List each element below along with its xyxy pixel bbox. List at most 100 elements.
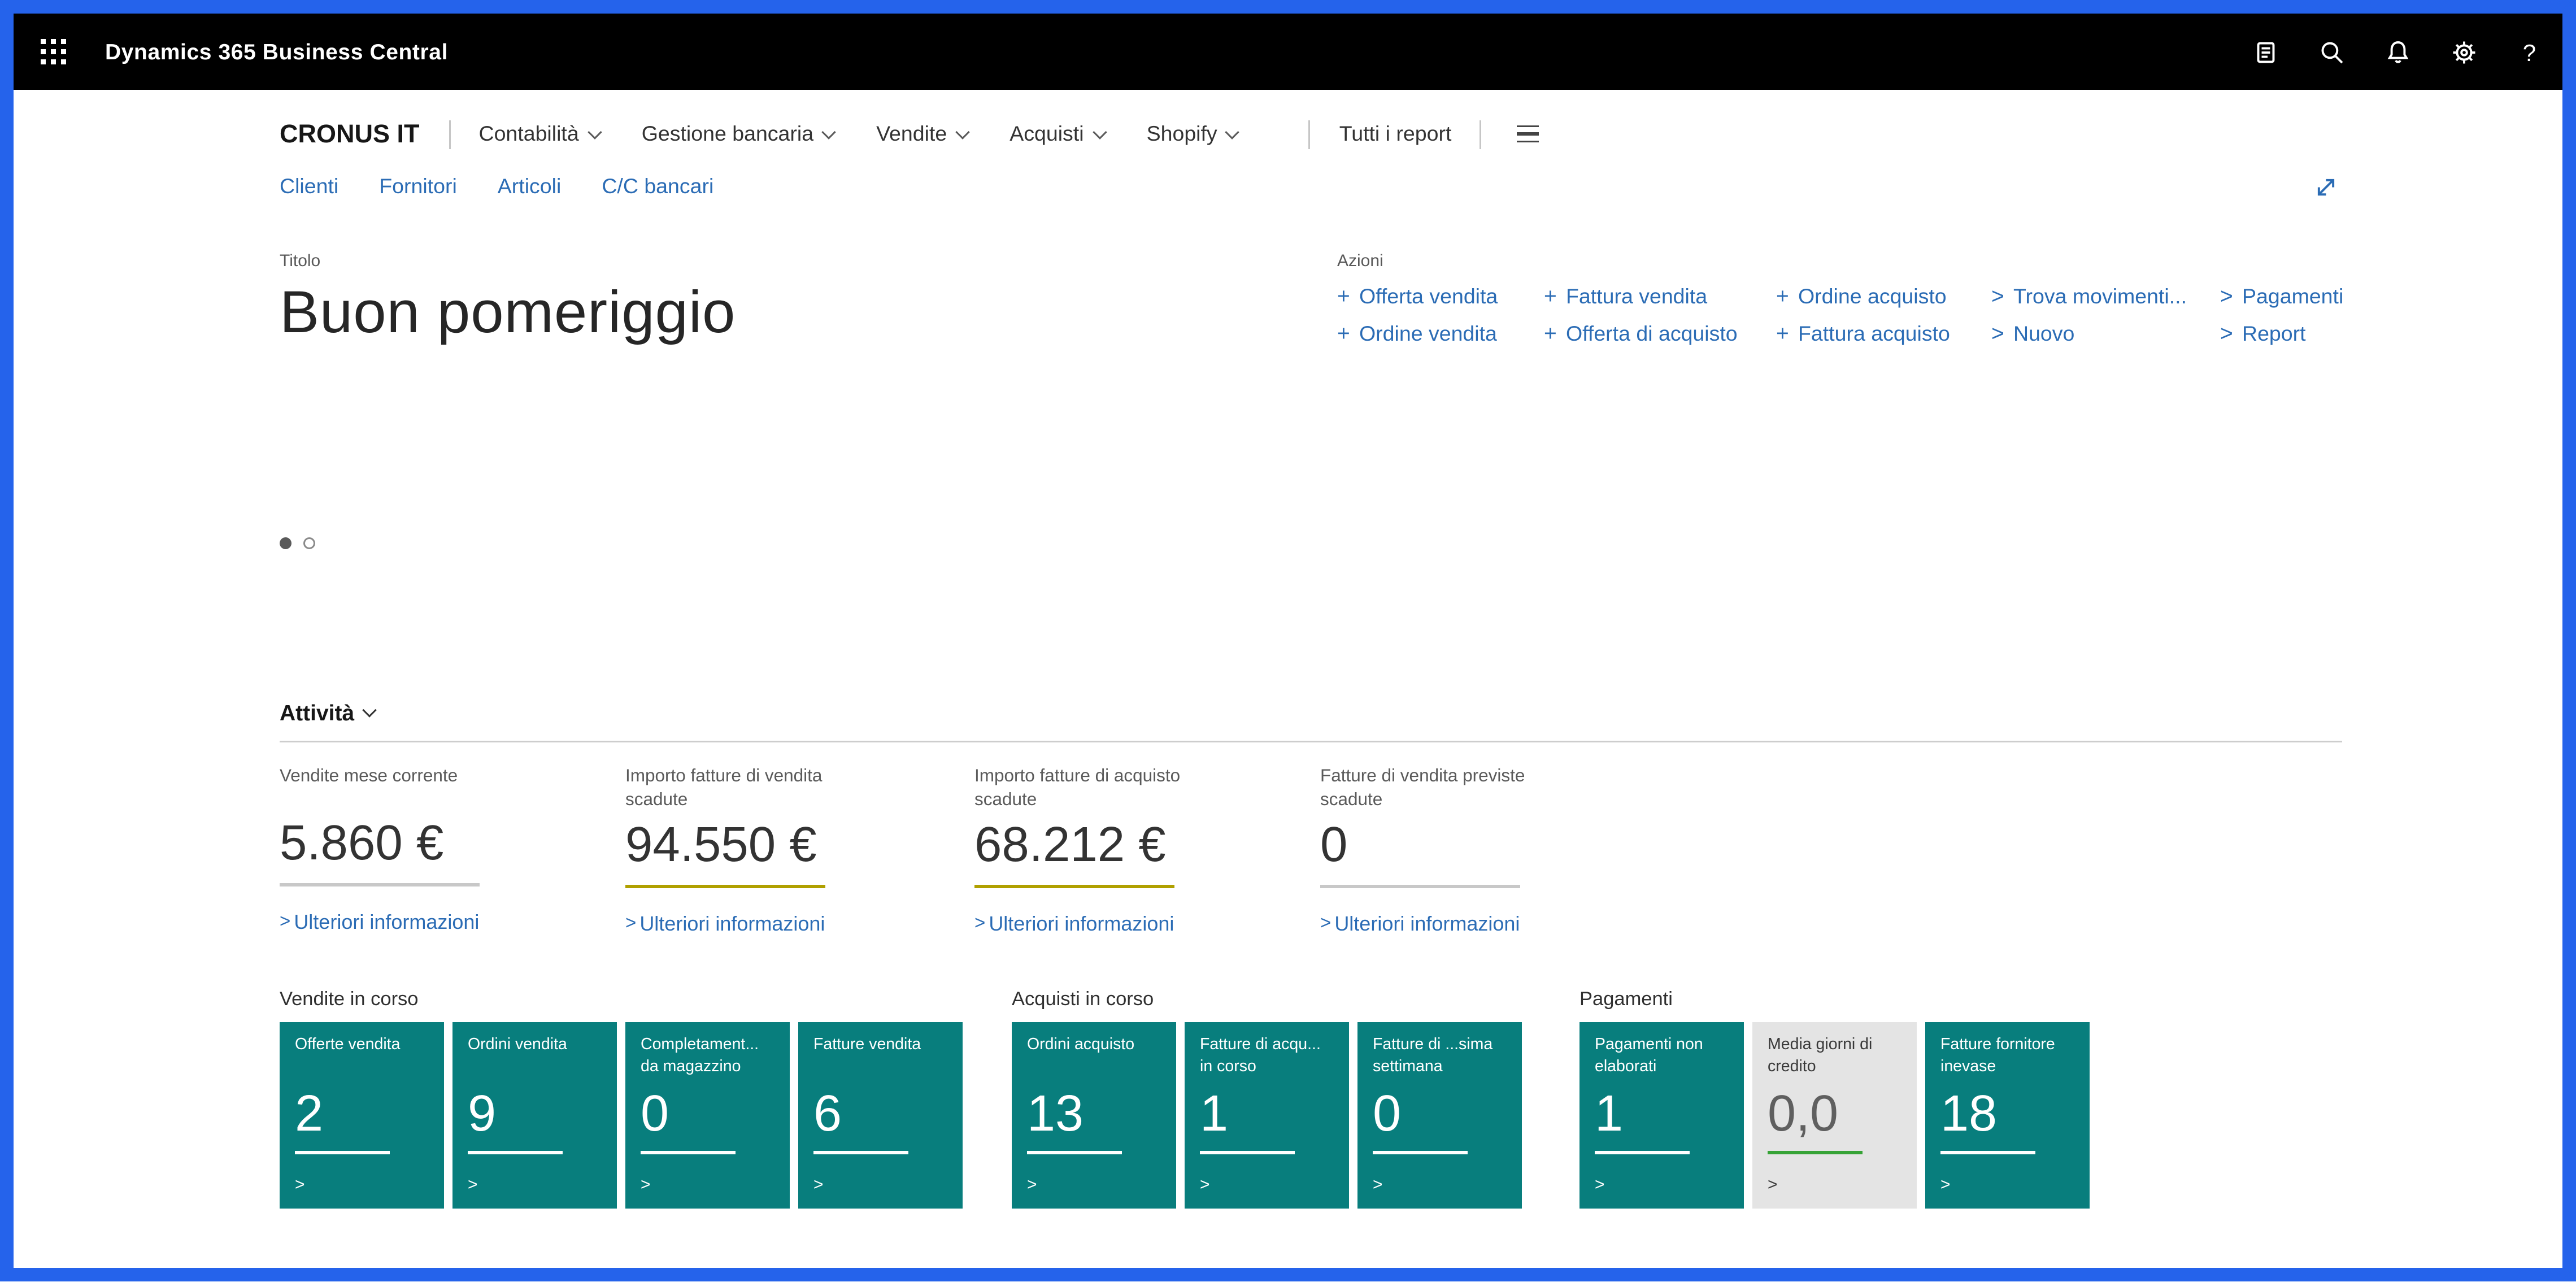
search-button[interactable] — [2298, 14, 2364, 90]
plus-icon: + — [1544, 320, 1566, 346]
nav-cc-bancari[interactable]: C/C bancari — [602, 175, 713, 198]
tile-value: 13 — [1027, 1087, 1161, 1145]
tile-row: Offerte vendita 2 Ordini vendita 9 Compl… — [280, 1023, 963, 1209]
cue-tile-fatture-acquisto-in-corso[interactable]: Fatture di acqu... in corso 1 — [1185, 1023, 1349, 1209]
kpi-link-ulteriori-informazioni[interactable]: Ulteriori informazioni — [280, 910, 625, 934]
actions-grid: + Offerta vendita + Fattura vendita + Or… — [1337, 283, 2343, 346]
pages-button[interactable] — [2232, 14, 2298, 90]
kpi-fatture-acquisto-scadute: Importo fatture di acquisto scadute 68.2… — [974, 766, 1320, 936]
nav-clienti[interactable]: Clienti — [280, 175, 338, 198]
help-button[interactable]: ? — [2496, 14, 2562, 90]
chevron-right-icon: > — [2220, 283, 2242, 308]
action-report[interactable]: > Report — [2220, 320, 2343, 346]
kpi-link-ulteriori-informazioni[interactable]: Ulteriori informazioni — [625, 912, 974, 936]
bell-icon — [2384, 38, 2411, 66]
kpi-value[interactable]: 0 — [1320, 819, 2342, 875]
more-menu-icon[interactable] — [1511, 118, 1546, 150]
company-name[interactable]: CRONUS IT — [280, 120, 420, 149]
tile-value: 9 — [468, 1087, 602, 1145]
gear-icon — [2450, 38, 2477, 66]
cue-tile-media-giorni-di-credito[interactable]: Media giorni di credito 0,0 — [1752, 1023, 1917, 1209]
activities-header[interactable]: Attività — [280, 700, 2342, 742]
action-ordine-acquisto[interactable]: + Ordine acquisto — [1776, 283, 1991, 308]
app-title: Dynamics 365 Business Central — [105, 39, 448, 64]
plus-icon: + — [1776, 320, 1798, 346]
action-ordine-vendita[interactable]: + Ordine vendita — [1337, 320, 1544, 346]
action-pagamenti[interactable]: > Pagamenti — [2220, 283, 2343, 308]
azioni-label: Azioni — [1337, 253, 2343, 271]
app-launcher-button[interactable] — [14, 14, 92, 90]
cue-tile-ordini-acquisto[interactable]: Ordini acquisto 13 — [1012, 1023, 1176, 1209]
kpi-value[interactable]: 68.212 € — [974, 819, 1320, 875]
action-fattura-vendita[interactable]: + Fattura vendita — [1544, 283, 1776, 308]
tile-underline — [1940, 1151, 2035, 1155]
kpi-label: Importo fatture di vendita scadute — [625, 766, 880, 812]
tile-underline — [468, 1151, 563, 1155]
hero-section: Titolo Buon pomeriggio Azioni + Offerta … — [280, 253, 2342, 549]
nav-articoli[interactable]: Articoli — [498, 175, 562, 198]
cue-tile-ordini-vendita[interactable]: Ordini vendita 9 — [452, 1023, 617, 1209]
kpi-label: Fatture di vendita previste scadute — [1320, 766, 1574, 812]
chevron-down-icon — [587, 124, 601, 138]
settings-button[interactable] — [2430, 14, 2496, 90]
action-nuovo[interactable]: > Nuovo — [1991, 320, 2220, 346]
actions-block: Azioni + Offerta vendita + Fattura vendi… — [1337, 253, 2343, 549]
carousel-dot-active[interactable] — [280, 537, 291, 549]
top-app-bar: Dynamics 365 Business Central — [14, 14, 2562, 90]
titolo-label: Titolo — [280, 253, 1337, 271]
plus-icon: + — [1337, 283, 1359, 308]
screenshot-viewport: Dynamics 365 Business Central — [0, 0, 2576, 1282]
action-offerta-di-acquisto[interactable]: + Offerta di acquisto — [1544, 320, 1776, 346]
kpi-underline — [1320, 885, 1520, 889]
nav-fornitori[interactable]: Fornitori — [379, 175, 457, 198]
chevron-right-icon: > — [2220, 320, 2242, 346]
chevron-right-icon — [1768, 1177, 1901, 1196]
menu-label: Contabilità — [479, 122, 579, 146]
stage: Dynamics 365 Business Central — [0, 0, 2576, 1282]
kpi-fatture-previste-scadute: Fatture di vendita previste scadute 0 Ul… — [1320, 766, 2342, 936]
menu-contabilita[interactable]: Contabilità — [479, 122, 599, 146]
carousel-dots — [280, 537, 1337, 549]
activities-section: Attività Vendite mese corrente 5.860 € U… — [280, 700, 2342, 936]
kpi-value[interactable]: 94.550 € — [625, 819, 974, 875]
cue-tile-fatture-fornitore-inevase[interactable]: Fatture fornitore inevase 18 — [1925, 1023, 2090, 1209]
kpi-link-ulteriori-informazioni[interactable]: Ulteriori informazioni — [1320, 912, 2342, 936]
tile-label: Fatture vendita — [813, 1036, 947, 1079]
chevron-right-icon — [1595, 1177, 1729, 1196]
nav-separator — [449, 120, 450, 149]
cue-group-pagamenti: Pagamenti Pagamenti non elaborati 1 Medi… — [1579, 990, 2090, 1209]
kpi-value[interactable]: 5.860 € — [280, 817, 625, 873]
carousel-dot[interactable] — [303, 537, 315, 549]
cue-group-vendite-in-corso: Vendite in corso Offerte vendita 2 Ordin… — [280, 990, 963, 1209]
action-label: Ordine vendita — [1359, 321, 1497, 345]
cue-tile-completamenti-da-magazzino[interactable]: Completament... da magazzino 0 — [625, 1023, 790, 1209]
tile-label: Fatture fornitore inevase — [1940, 1036, 2074, 1079]
menu-gestione-bancaria[interactable]: Gestione bancaria — [642, 122, 834, 146]
action-label: Trova movimenti... — [2013, 284, 2187, 308]
chevron-down-icon — [1092, 124, 1106, 138]
tile-label: Pagamenti non elaborati — [1595, 1036, 1729, 1079]
kpi-link-ulteriori-informazioni[interactable]: Ulteriori informazioni — [974, 912, 1320, 936]
cue-tile-pagamenti-non-elaborati[interactable]: Pagamenti non elaborati 1 — [1579, 1023, 1744, 1209]
menu-vendite[interactable]: Vendite — [876, 122, 967, 146]
action-label: Pagamenti — [2242, 284, 2343, 308]
chevron-down-icon — [821, 124, 836, 138]
activities-title: Attività — [280, 700, 354, 725]
search-icon — [2318, 38, 2345, 66]
kpi-underline — [625, 885, 825, 889]
expand-button[interactable] — [2308, 170, 2342, 203]
tile-underline — [1027, 1151, 1122, 1155]
action-trova-movimenti[interactable]: > Trova movimenti... — [1991, 283, 2220, 308]
notifications-button[interactable] — [2364, 14, 2430, 90]
cue-tile-fatture-vendita[interactable]: Fatture vendita 6 — [798, 1023, 963, 1209]
cue-tile-fatture-prossima-settimana[interactable]: Fatture di ...sima settimana 0 — [1357, 1023, 1522, 1209]
action-offerta-vendita[interactable]: + Offerta vendita — [1337, 283, 1544, 308]
menu-acquisti[interactable]: Acquisti — [1009, 122, 1104, 146]
action-label: Nuovo — [2013, 321, 2074, 345]
cue-tile-offerte-vendita[interactable]: Offerte vendita 2 — [280, 1023, 444, 1209]
menu-tutti-i-report[interactable]: Tutti i report — [1339, 122, 1452, 146]
tile-label: Offerte vendita — [295, 1036, 429, 1079]
tile-underline — [295, 1151, 390, 1155]
menu-shopify[interactable]: Shopify — [1147, 122, 1238, 146]
action-fattura-acquisto[interactable]: + Fattura acquisto — [1776, 320, 1991, 346]
